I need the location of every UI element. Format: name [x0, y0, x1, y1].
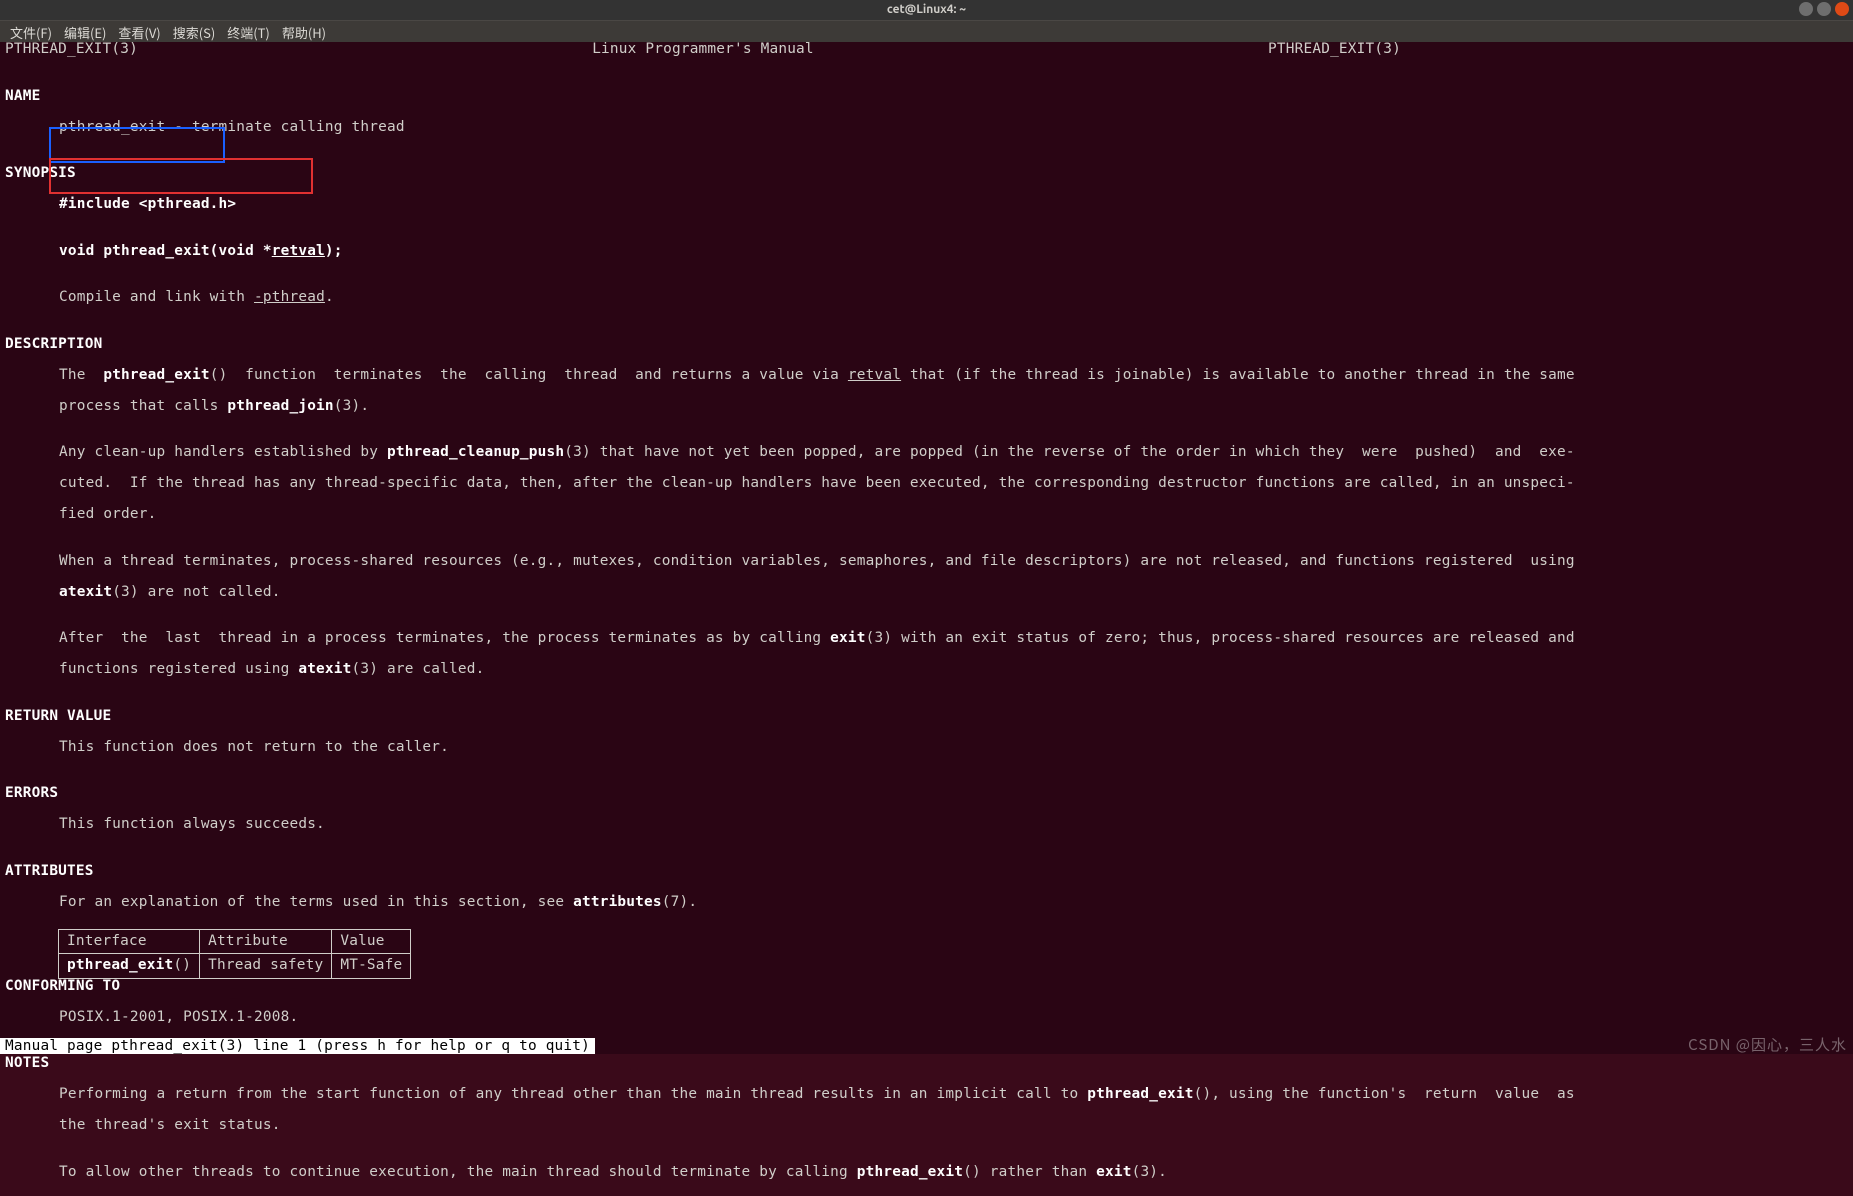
- return-text: This function does not return to the cal…: [5, 740, 1848, 756]
- header-right: PTHREAD_EXIT(3): [936, 42, 1401, 58]
- window-titlebar: cet@Linux4: ~: [0, 0, 1853, 20]
- th-attribute: Attribute: [200, 929, 332, 954]
- synopsis-compile: Compile and link with -pthread.: [5, 290, 1848, 306]
- menu-edit[interactable]: 编辑(E): [58, 23, 112, 42]
- manpage-header: PTHREAD_EXIT(3)Linux Programmer's Manual…: [5, 42, 1401, 58]
- conforming-text: POSIX.1-2001, POSIX.1-2008.: [5, 1010, 1848, 1026]
- th-value: Value: [332, 929, 411, 954]
- maximize-icon[interactable]: [1817, 2, 1831, 16]
- table-row: pthread_exit() Thread safety MT-Safe: [59, 954, 411, 979]
- td-value: MT-Safe: [332, 954, 411, 979]
- menu-help[interactable]: 帮助(H): [276, 23, 332, 42]
- errors-text: This function always succeeds.: [5, 817, 1848, 833]
- header-center: Linux Programmer's Manual: [470, 42, 935, 58]
- terminal[interactable]: PTHREAD_EXIT(3)Linux Programmer's Manual…: [0, 42, 1853, 1054]
- synopsis-include: #include <pthread.h>: [59, 196, 236, 212]
- window-title: cet@Linux4: ~: [0, 0, 1853, 20]
- synopsis-prototype: void pthread_exit(void *retval);: [5, 244, 1848, 260]
- menu-search[interactable]: 搜索(S): [167, 23, 222, 42]
- description-p3: When a thread terminates, process-shared…: [5, 554, 1848, 570]
- section-notes-title: NOTES: [5, 1056, 1848, 1072]
- table-row: Interface Attribute Value: [59, 929, 411, 954]
- td-interface: pthread_exit(): [59, 954, 200, 979]
- td-attribute: Thread safety: [200, 954, 332, 979]
- menu-terminal[interactable]: 终端(T): [221, 23, 276, 42]
- attributes-table: Interface Attribute Value pthread_exit()…: [58, 929, 411, 979]
- section-description-title: DESCRIPTION: [5, 337, 1848, 353]
- notes-p1: Performing a return from the start funct…: [5, 1087, 1848, 1103]
- section-errors-title: ERRORS: [5, 786, 1848, 802]
- description-p2: Any clean-up handlers established by pth…: [5, 445, 1848, 461]
- name-text: pthread_exit - terminate calling thread: [5, 120, 1848, 136]
- man-status-bar: Manual page pthread_exit(3) line 1 (pres…: [0, 1038, 595, 1054]
- section-return-title: RETURN VALUE: [5, 709, 1848, 725]
- section-attributes-title: ATTRIBUTES: [5, 864, 1848, 880]
- watermark: CSDN @因心，三人水: [1688, 1037, 1847, 1053]
- menu-file[interactable]: 文件(F): [4, 23, 58, 42]
- manpage-view: PTHREAD_EXIT(3)Linux Programmer's Manual…: [0, 42, 1853, 1054]
- notes-p2: To allow other threads to continue execu…: [5, 1165, 1848, 1181]
- close-icon[interactable]: [1835, 2, 1849, 16]
- section-synopsis-title: SYNOPSIS: [5, 166, 1848, 182]
- minimize-icon[interactable]: [1799, 2, 1813, 16]
- description-p4: After the last thread in a process termi…: [5, 631, 1848, 647]
- th-interface: Interface: [59, 929, 200, 954]
- attributes-intro: For an explanation of the terms used in …: [5, 895, 1848, 911]
- header-left: PTHREAD_EXIT(3): [5, 42, 470, 58]
- menubar: 文件(F) 编辑(E) 查看(V) 搜索(S) 终端(T) 帮助(H): [0, 20, 1853, 44]
- section-name-title: NAME: [5, 89, 1848, 105]
- menu-view[interactable]: 查看(V): [112, 23, 166, 42]
- section-conforming-title: CONFORMING TO: [5, 979, 1848, 995]
- description-p1: The pthread_exit() function terminates t…: [5, 368, 1848, 384]
- window-controls: [1799, 2, 1849, 16]
